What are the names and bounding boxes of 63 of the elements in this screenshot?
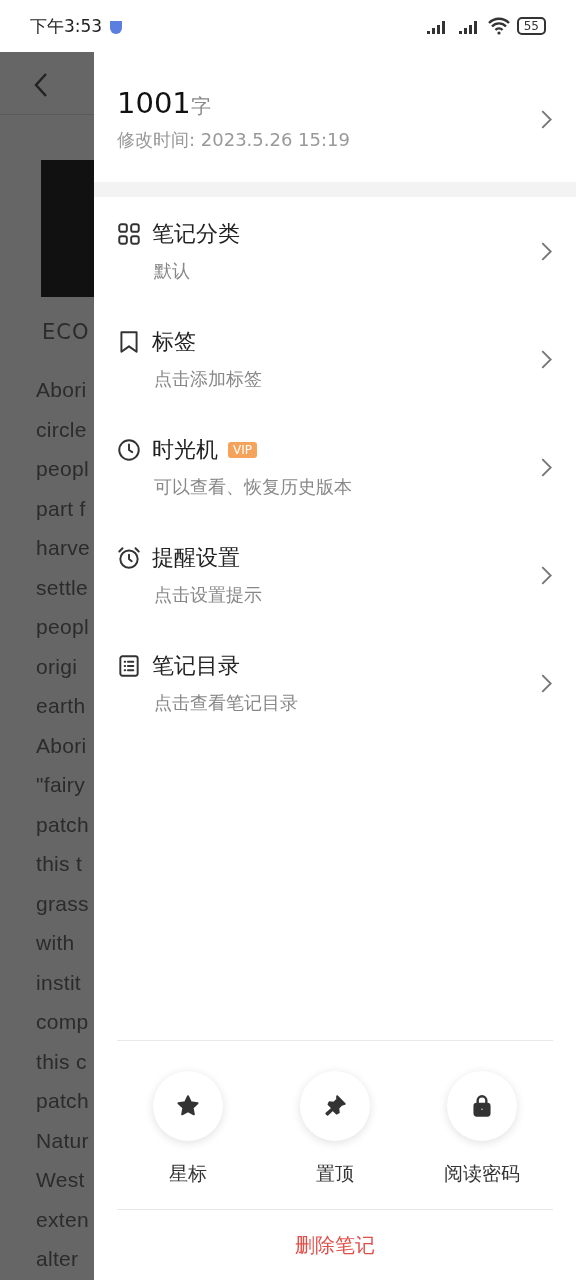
chevron-icon: [541, 349, 552, 369]
back-icon[interactable]: [34, 72, 48, 98]
article-text-line: part f: [36, 495, 87, 522]
article-text-line: instit: [36, 969, 82, 996]
article-text-line: Abori: [36, 732, 88, 759]
menu-item-title: 提醒设置: [152, 544, 240, 572]
modified-time: 修改时间: 2023.5.26 15:19: [117, 128, 351, 152]
menu-item-subtitle: 点击添加标签: [154, 367, 263, 391]
chevron-icon: [541, 241, 552, 261]
grid-icon: [116, 221, 142, 247]
word-count-unit: 字: [190, 94, 211, 118]
article-section: ECO: [42, 320, 90, 344]
menu-item-subtitle: 默认: [154, 259, 191, 283]
clock-icon: [116, 437, 142, 463]
word-count: 1001: [117, 86, 191, 120]
menu-item[interactable]: 笔记分类 默认: [94, 197, 576, 305]
menu-item-subtitle: 可以查看、恢复历史版本: [154, 475, 353, 499]
article-text-line: patch: [36, 811, 90, 838]
delete-note-button[interactable]: 删除笔记: [275, 1210, 395, 1280]
status-time: 下午3:53: [30, 14, 103, 38]
article-text-line: Abori: [36, 377, 88, 403]
action-button[interactable]: 阅读密码: [422, 1071, 543, 1187]
article-text-line: exten: [36, 1206, 90, 1233]
vip-badge: VIP: [228, 442, 257, 458]
chevron-icon: [541, 673, 552, 693]
article-text-line: alter: [36, 1246, 80, 1272]
article-text-line: earth: [36, 693, 87, 719]
chevron-icon: [541, 109, 552, 129]
chevron-icon: [541, 457, 552, 477]
article-text-line: grass: [36, 890, 90, 917]
menu-item[interactable]: 标签 点击添加标签: [94, 305, 576, 413]
article-text-line: patch: [36, 1088, 90, 1114]
menu-item-subtitle: 点击设置提示: [154, 583, 263, 607]
menu-item-subtitle: 点击查看笔记目录: [154, 691, 299, 715]
app-notification-icon: [108, 18, 125, 34]
article-text-line: peopl: [36, 456, 90, 482]
article-text-line: circle: [36, 416, 88, 443]
article-text-line: settle: [36, 574, 89, 601]
action-button[interactable]: 星标: [127, 1071, 248, 1187]
article-text-line: harve: [36, 535, 91, 561]
article-text-line: this t: [36, 851, 84, 877]
menu-item-title: 笔记目录: [152, 652, 240, 680]
menu-item-title: 标签: [152, 328, 196, 356]
alarm-clock-icon: [116, 545, 142, 571]
action-button[interactable]: 置顶: [275, 1071, 395, 1187]
wifi-icon: [486, 17, 511, 35]
chevron-icon: [541, 565, 552, 585]
battery-indicator: 55: [516, 17, 546, 35]
article-text-line: peopl: [36, 614, 90, 640]
menu-item-title: 笔记分类: [152, 220, 240, 248]
pin-icon: [300, 1071, 370, 1141]
article-text-line: "fairy: [36, 772, 86, 798]
article-text-line: West: [36, 1167, 86, 1193]
article-text-line: comp: [36, 1009, 90, 1035]
menu-item[interactable]: 提醒设置 点击设置提示: [94, 521, 576, 629]
article-text-line: this c: [36, 1048, 88, 1075]
menu-item[interactable]: 笔记目录 点击查看笔记目录: [94, 629, 576, 737]
menu-item-title: 时光机: [152, 436, 218, 464]
article-text-line: Natur: [36, 1127, 90, 1154]
article-text-line: origi: [36, 653, 79, 680]
article-text-line: with: [36, 930, 76, 956]
menu-item[interactable]: 时光机 VIP 可以查看、恢复历史版本: [94, 413, 576, 521]
list-icon: [116, 653, 142, 679]
